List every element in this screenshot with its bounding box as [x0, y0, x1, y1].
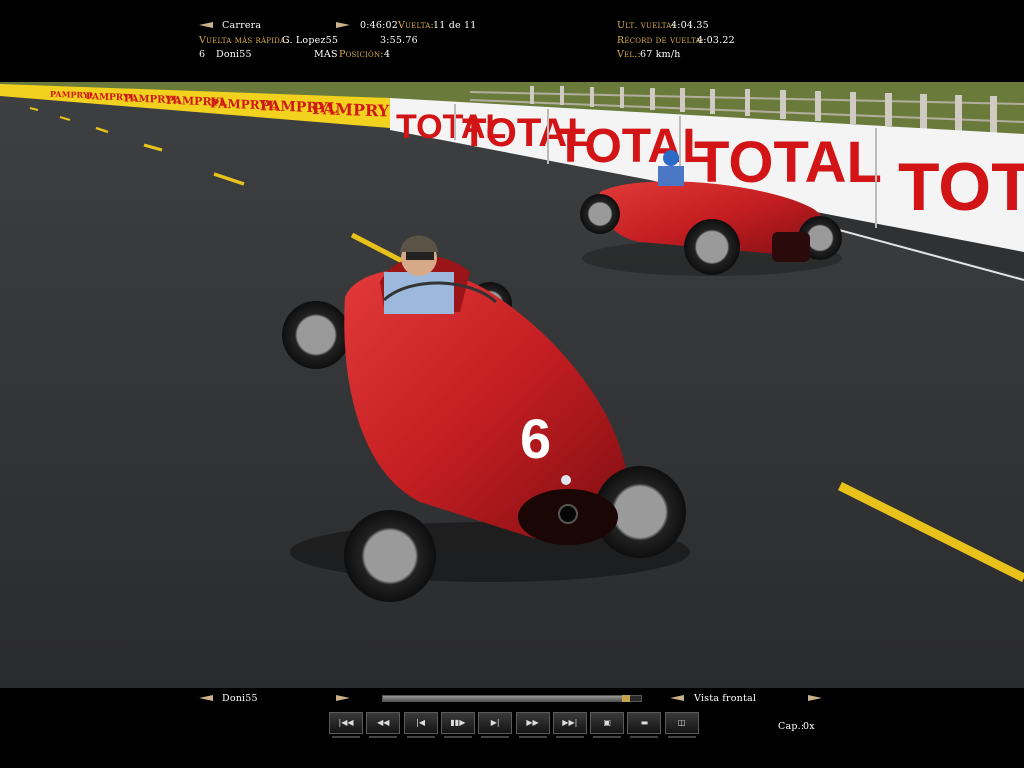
pause-button[interactable]: ▮▮▶	[440, 712, 475, 738]
rewind-button[interactable]: ◀◀	[366, 712, 401, 738]
folder-button[interactable]: ▬	[627, 712, 662, 738]
replay-seek-bar[interactable]	[382, 695, 642, 702]
fastest-lap-label: Vuelta más rápida:	[199, 35, 289, 46]
step-forward-icon: ▶|	[490, 718, 500, 727]
skip-start-icon: |◀◀	[338, 718, 354, 727]
replay-seek-progress	[383, 696, 630, 701]
fast-forward-icon: ▶▶	[526, 718, 539, 727]
folder-icon: ▬	[640, 718, 649, 727]
lap-value: 11 de 11	[433, 20, 477, 31]
race-time: 0:46:02	[360, 20, 399, 31]
next-session-arrow-icon[interactable]	[336, 22, 350, 28]
fastest-lap-time: 3:55.76	[380, 35, 418, 46]
next-driver-arrow-icon[interactable]	[336, 695, 350, 701]
prev-driver-arrow-icon[interactable]	[199, 695, 213, 701]
team-name: MAS	[314, 49, 338, 60]
total-banner-text: TOTAL	[898, 149, 1024, 225]
lap-record-time: 4:03.22	[697, 35, 735, 46]
total-banner-text: TOTAL	[556, 120, 712, 173]
fastest-lap-driver: G. Lopez55	[282, 35, 339, 46]
replay-seek-handle[interactable]	[622, 695, 630, 702]
capture-label: Cap.:	[778, 721, 805, 732]
step-back-icon: |◀	[416, 718, 426, 727]
lap-label: Vuelta:	[398, 20, 434, 31]
save-button[interactable]: ◫	[664, 712, 699, 738]
position-value: 4	[384, 49, 391, 60]
race-scene: PAMPRYL PAMPRYL PAMPRYL PAMPRYL PAMPRYL …	[0, 82, 1024, 688]
capture-value: 0x	[803, 721, 815, 732]
speed-value: 67 km/h	[640, 49, 681, 60]
position-label: Posición:	[339, 49, 384, 60]
track-render: PAMPRYL PAMPRYL PAMPRYL PAMPRYL PAMPRYL …	[0, 82, 1024, 688]
camera-icon: ▣	[603, 718, 611, 727]
session-label: Carrera	[222, 20, 262, 31]
skip-end-button[interactable]: ▶▶|	[552, 712, 587, 738]
pampryl-banner-text: PAMPRYL	[312, 99, 400, 121]
speed-label: Vel.:	[617, 49, 641, 60]
race-info-bar: Carrera 0:46:02 Vuelta: 11 de 11 Vuelta …	[0, 0, 1024, 82]
lap-record-label: Récord de vuelta:	[617, 35, 705, 46]
last-lap-label: Ult. vuelta:	[617, 20, 675, 31]
camera-view-label: Vista frontal	[694, 693, 757, 704]
car-number: 6	[199, 49, 206, 60]
camera-button[interactable]: ▣	[590, 712, 625, 738]
skip-start-button[interactable]: |◀◀	[329, 712, 363, 738]
skip-end-icon: ▶▶|	[562, 718, 578, 727]
rewind-icon: ◀◀	[377, 718, 390, 727]
save-icon: ◫	[677, 718, 686, 727]
fast-forward-button[interactable]: ▶▶	[515, 712, 550, 738]
next-camera-arrow-icon[interactable]	[808, 695, 822, 701]
car-number-decal: 6	[520, 407, 551, 470]
step-back-button[interactable]: |◀	[403, 712, 438, 738]
replay-driver-name: Doni55	[222, 693, 258, 704]
driver-name: Doni55	[216, 49, 252, 60]
last-lap-time: 4:04.35	[671, 20, 709, 31]
pause-icon: ▮▮▶	[450, 718, 466, 727]
step-forward-button[interactable]: ▶|	[478, 712, 513, 738]
prev-camera-arrow-icon[interactable]	[670, 695, 684, 701]
prev-session-arrow-icon[interactable]	[199, 22, 213, 28]
